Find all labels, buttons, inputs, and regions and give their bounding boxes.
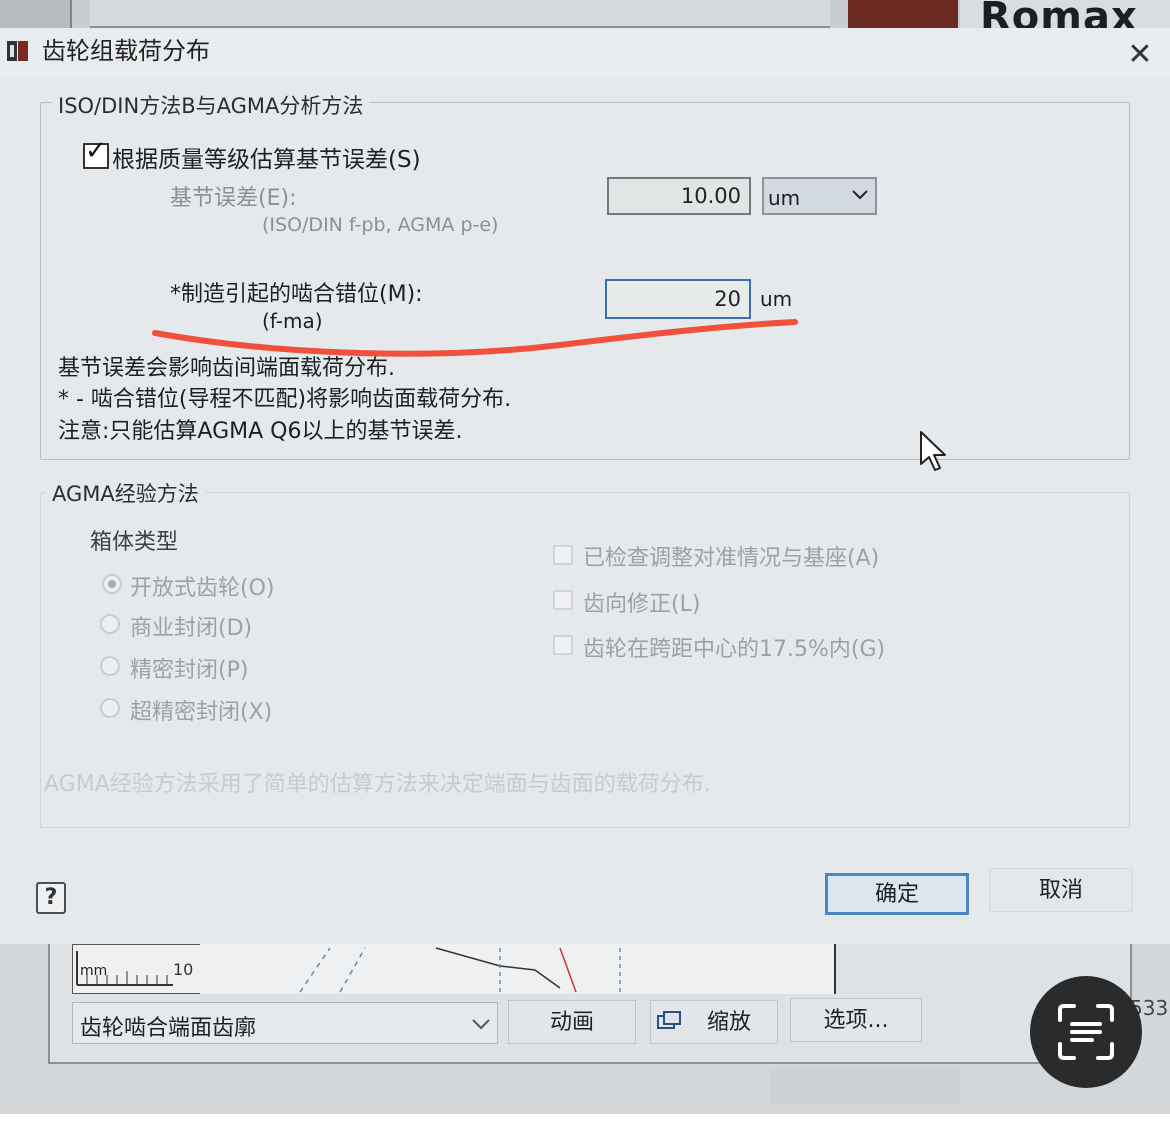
- housing-extra-precision-label: 超精密封闭(X): [130, 700, 273, 725]
- alignment-checked-label: 已检查调整对准情况与基座(A): [583, 546, 880, 571]
- lead-correction-label: 齿向修正(L): [583, 592, 701, 617]
- animate-button[interactable]: 动画: [508, 1000, 636, 1044]
- background-app-toolbar: Romax: [0, 0, 1170, 40]
- note-pitch-error: 基节误差会影响齿间端面载荷分布.: [58, 356, 395, 381]
- pitch-error-sublabel: (ISO/DIN f-pb, AGMA p-e): [262, 214, 499, 236]
- span-center-checkbox[interactable]: [553, 635, 573, 655]
- gear-mesh-plot: [200, 944, 836, 994]
- mouse-cursor-icon: [920, 431, 946, 471]
- span-center-label: 齿轮在跨距中心的17.5%内(G): [583, 637, 886, 662]
- scan-text-icon: [1058, 1004, 1114, 1060]
- ok-button[interactable]: 确定: [825, 873, 969, 915]
- note-agma-q6: 注意:只能估算AGMA Q6以上的基节误差.: [58, 419, 463, 444]
- housing-open-radio[interactable]: [102, 574, 122, 594]
- note-misalignment: * - 啮合错位(导程不匹配)将影响齿面载荷分布.: [58, 387, 512, 412]
- options-button[interactable]: 选项...: [790, 998, 922, 1042]
- agma-note: AGMA经验方法采用了简单的估算方法来决定端面与齿面的载荷分布.: [44, 772, 711, 797]
- app-icon: [7, 41, 28, 61]
- housing-precision-radio[interactable]: [100, 656, 120, 676]
- housing-commercial-radio[interactable]: [100, 614, 120, 634]
- housing-extra-precision-radio[interactable]: [100, 698, 120, 718]
- pitch-error-label: 基节误差(E):: [170, 186, 297, 211]
- mesh-misalignment-unit: um: [760, 287, 793, 311]
- housing-commercial-label: 商业封闭(D): [130, 616, 253, 641]
- iso-din-group-label: ISO/DIN方法B与AGMA分析方法: [52, 90, 370, 120]
- gear-view-select-value: 齿轮啮合端面齿廓: [80, 1016, 257, 1041]
- close-icon[interactable]: ✕: [1118, 38, 1162, 74]
- estimate-pitch-error-label: 根据质量等级估算基节误差(S): [112, 147, 421, 173]
- mesh-misalignment-input[interactable]: 20: [605, 279, 751, 319]
- ruler-unit: mm: [80, 963, 107, 979]
- housing-precision-label: 精密封闭(P): [130, 658, 249, 683]
- help-button[interactable]: ?: [36, 882, 66, 914]
- housing-type-label: 箱体类型: [90, 530, 179, 555]
- cancel-button[interactable]: 取消: [989, 868, 1133, 912]
- zoom-icon: [657, 1011, 681, 1029]
- chevron-down-icon: [852, 190, 868, 200]
- alignment-checked-checkbox[interactable]: [553, 545, 573, 565]
- pitch-error-input[interactable]: 10.00: [607, 177, 751, 215]
- ruler-value: 10: [173, 960, 194, 979]
- chevron-down-icon: [472, 1019, 490, 1030]
- pitch-error-unit-value: um: [768, 186, 801, 210]
- agma-group-label: AGMA经验方法: [46, 478, 205, 508]
- mesh-misalignment-sublabel: (f-ma): [262, 309, 323, 333]
- dialog-title: 齿轮组载荷分布: [42, 37, 210, 65]
- background-scrollbar: [770, 1068, 960, 1104]
- housing-open-label: 开放式齿轮(O): [130, 576, 275, 601]
- checkmark-icon: ✓: [85, 136, 107, 166]
- lead-correction-checkbox[interactable]: [553, 590, 573, 610]
- mesh-misalignment-label: *制造引起的啮合错位(M):: [170, 282, 423, 307]
